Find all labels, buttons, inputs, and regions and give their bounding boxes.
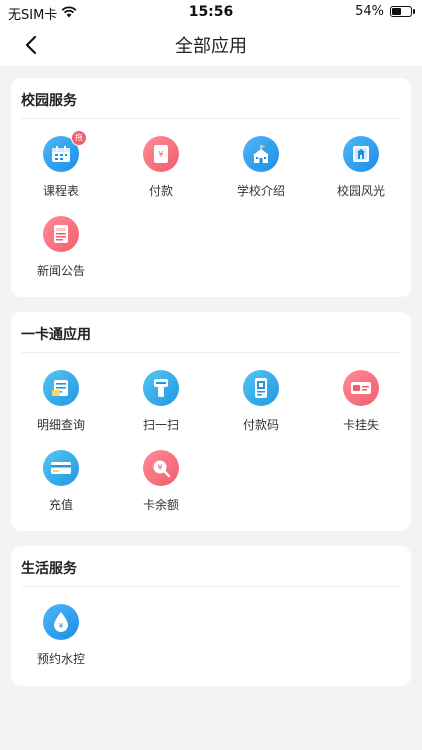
- landscape-icon: [343, 136, 379, 172]
- status-right: 54%: [355, 4, 415, 19]
- water-drop-icon: ¥: [43, 604, 79, 640]
- svg-text:¥: ¥: [59, 622, 64, 630]
- app-card-lost[interactable]: 卡挂失: [311, 362, 411, 442]
- detail-list-icon: [43, 370, 79, 406]
- app-school-intro[interactable]: 学校介绍: [211, 128, 311, 208]
- card-lost-icon: [343, 370, 379, 406]
- app-label: 明细查询: [36, 418, 85, 432]
- app-label: 卡余额: [142, 498, 179, 512]
- status-bar: 无SIM卡 15:56 54%: [0, 0, 422, 24]
- section-card-onecard: 一卡通应用 明细查询 扫一扫 付款码 卡挂失 充值 ¥ 卡余额: [11, 312, 411, 531]
- recharge-card-icon: [43, 450, 79, 486]
- app-payment-code[interactable]: 付款码: [211, 362, 311, 442]
- calendar-icon: 拖: [43, 130, 87, 172]
- app-recharge[interactable]: 充值: [11, 442, 111, 522]
- app-schedule[interactable]: 拖 课程表: [11, 128, 111, 208]
- section-title: 校园服务: [21, 93, 77, 109]
- section-card-campus: 校园服务 拖 课程表 ¥ 付款 学校介绍 校园风光 新闻公告: [11, 78, 411, 297]
- balance-search-icon: ¥: [143, 450, 179, 486]
- app-grid: ¥ 预约水控: [11, 596, 411, 676]
- app-label: 充值: [48, 498, 73, 512]
- battery-fill: [392, 8, 401, 15]
- app-label: 学校介绍: [236, 184, 285, 198]
- payment-code-icon: [243, 370, 279, 406]
- app-payment[interactable]: ¥ 付款: [111, 128, 211, 208]
- app-label: 课程表: [42, 184, 79, 198]
- app-label: 扫一扫: [142, 418, 179, 432]
- scanner-icon: [143, 370, 179, 406]
- yen-payment-icon: ¥: [143, 136, 179, 172]
- app-label: 新闻公告: [36, 264, 85, 278]
- app-scan[interactable]: 扫一扫: [111, 362, 211, 442]
- section-title: 一卡通应用: [21, 327, 91, 343]
- section-title: 生活服务: [21, 561, 77, 577]
- app-label: 付款码: [242, 418, 279, 432]
- svg-text:¥: ¥: [158, 150, 163, 159]
- section-divider: [21, 586, 401, 587]
- page-title: 全部应用: [175, 36, 247, 57]
- app-grid: 明细查询 扫一扫 付款码 卡挂失 充值 ¥ 卡余额: [11, 362, 411, 522]
- app-campus-scenery[interactable]: 校园风光: [311, 128, 411, 208]
- section-card-life: 生活服务 ¥ 预约水控: [11, 546, 411, 686]
- section-divider: [21, 352, 401, 353]
- app-water-booking[interactable]: ¥ 预约水控: [11, 596, 111, 676]
- app-grid: 拖 课程表 ¥ 付款 学校介绍 校园风光 新闻公告: [11, 128, 411, 288]
- section-divider: [21, 118, 401, 119]
- svg-text:¥: ¥: [157, 463, 162, 472]
- nav-bar: 全部应用: [0, 24, 422, 66]
- app-label: 预约水控: [36, 652, 85, 666]
- app-card-balance[interactable]: ¥ 卡余额: [111, 442, 211, 522]
- school-building-icon: [243, 136, 279, 172]
- app-detail-query[interactable]: 明细查询: [11, 362, 111, 442]
- news-icon: [43, 216, 79, 252]
- app-label: 卡挂失: [342, 418, 379, 432]
- battery-icon: [390, 6, 415, 17]
- notification-badge: 拖: [71, 130, 87, 146]
- battery-percent: 54%: [355, 4, 384, 19]
- app-label: 付款: [148, 184, 173, 198]
- app-news[interactable]: 新闻公告: [11, 208, 111, 288]
- app-label: 校园风光: [336, 184, 385, 198]
